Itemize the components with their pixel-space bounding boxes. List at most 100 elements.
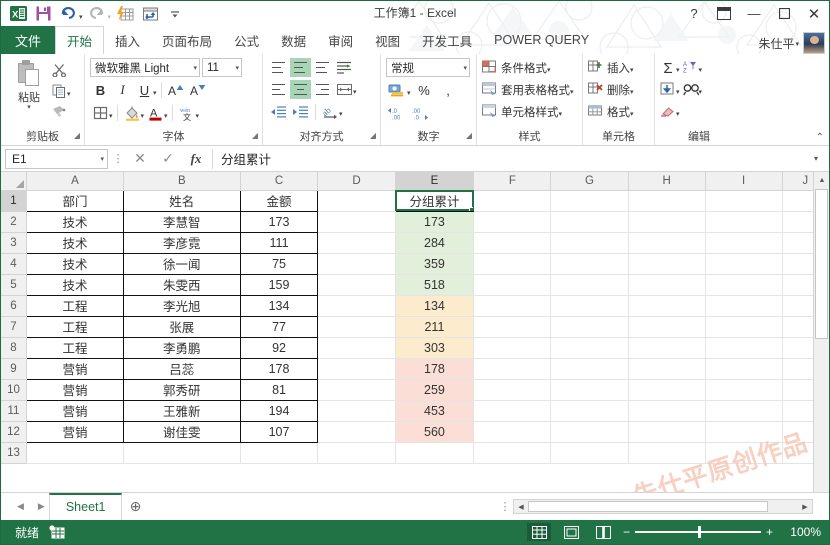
zoom-handle[interactable] <box>698 526 701 538</box>
ribbon-display-options-icon[interactable] <box>709 1 739 26</box>
maximize-button[interactable] <box>769 1 799 26</box>
zoom-level[interactable]: 100% <box>781 525 821 539</box>
font-color-caret-icon[interactable]: ▾ <box>164 112 168 120</box>
row-header-12[interactable]: 12 <box>1 421 26 442</box>
column-header-c[interactable]: C <box>240 172 318 190</box>
zoom-out-button[interactable]: − <box>623 525 630 539</box>
phonetic-guide-button[interactable]: wén文 <box>177 103 198 123</box>
zoom-track[interactable] <box>635 531 761 533</box>
tab-review[interactable]: 审阅 <box>317 26 364 54</box>
alignment-dialog-launcher-icon[interactable]: ◢ <box>370 128 376 144</box>
cut-button[interactable] <box>52 61 71 79</box>
cell-h2[interactable] <box>628 211 705 232</box>
zoom-in-button[interactable]: + <box>766 525 773 539</box>
insert-caret-icon[interactable]: ▾ <box>630 66 634 74</box>
cell-i5[interactable] <box>705 274 782 295</box>
cell-a2[interactable]: 技术 <box>26 211 123 232</box>
zoom-slider[interactable]: − + <box>623 525 773 539</box>
cell-g8[interactable] <box>551 337 628 358</box>
row-header-10[interactable]: 10 <box>1 379 26 400</box>
cell-c2[interactable]: 173 <box>240 211 318 232</box>
number-format-caret-icon[interactable]: ▾ <box>463 64 467 72</box>
cell-h4[interactable] <box>628 253 705 274</box>
comma-style-button[interactable]: , <box>438 81 459 100</box>
cell-d12[interactable] <box>318 421 395 442</box>
formula-bar-handle[interactable]: ⋮ <box>112 152 124 165</box>
cell-d11[interactable] <box>318 400 395 421</box>
decrease-indent-button[interactable] <box>268 102 289 121</box>
italic-button[interactable]: I <box>112 80 133 100</box>
cell-c12[interactable]: 107 <box>240 421 318 442</box>
cell-d13[interactable] <box>318 442 395 463</box>
cell-f6[interactable] <box>474 295 551 316</box>
cell-c10[interactable]: 81 <box>240 379 318 400</box>
cell-d1[interactable] <box>318 190 395 211</box>
cell-a9[interactable]: 营销 <box>26 358 123 379</box>
cell-d7[interactable] <box>318 316 395 337</box>
row-header-3[interactable]: 3 <box>1 232 26 253</box>
page-layout-view-button[interactable] <box>559 523 583 541</box>
cell-d9[interactable] <box>318 358 395 379</box>
cell-c9[interactable]: 178 <box>240 358 318 379</box>
row-header-6[interactable]: 6 <box>1 295 26 316</box>
increase-decimal-button[interactable]: .0.00 <box>386 104 407 123</box>
select-all-corner[interactable] <box>1 172 26 190</box>
row-header-11[interactable]: 11 <box>1 400 26 421</box>
number-format-combo[interactable]: 常规 ▾ <box>386 58 470 77</box>
orientation-button[interactable]: ab <box>320 102 341 121</box>
cell-a12[interactable]: 营销 <box>26 421 123 442</box>
cell-f8[interactable] <box>474 337 551 358</box>
cell-a13[interactable] <box>26 442 123 463</box>
name-box-caret-icon[interactable]: ▾ <box>100 155 104 163</box>
paste-button[interactable]: 粘贴 ▾ <box>6 58 52 111</box>
cell-g4[interactable] <box>551 253 628 274</box>
cell-f2[interactable] <box>474 211 551 232</box>
insert-function-icon[interactable]: fx <box>184 149 208 169</box>
cell-f9[interactable] <box>474 358 551 379</box>
cell-i8[interactable] <box>705 337 782 358</box>
format-cells-button[interactable]: 格式 ▾ <box>588 102 634 121</box>
cell-g6[interactable] <box>551 295 628 316</box>
decrease-decimal-button[interactable]: .00.0 <box>410 104 431 123</box>
font-name-combo[interactable]: 微软雅黑 Light ▾ <box>90 58 200 77</box>
cell-d6[interactable] <box>318 295 395 316</box>
font-size-caret-icon[interactable]: ▾ <box>235 64 239 72</box>
font-dialog-launcher-icon[interactable]: ◢ <box>252 128 258 144</box>
align-left-button[interactable] <box>268 80 289 99</box>
cell-f7[interactable] <box>474 316 551 337</box>
cell-h9[interactable] <box>628 358 705 379</box>
cell-b1[interactable]: 姓名 <box>123 190 240 211</box>
cell-f12[interactable] <box>474 421 551 442</box>
format-as-table-button[interactable]: 套用表格格式 ▾ <box>482 80 574 99</box>
autosum-icon[interactable]: Σ <box>660 60 676 75</box>
column-header-h[interactable]: H <box>628 172 705 190</box>
cell-c7[interactable]: 77 <box>240 316 318 337</box>
middle-align-button[interactable] <box>290 58 311 77</box>
scroll-left-icon[interactable]: ◀ <box>514 503 528 511</box>
autosum-caret-icon[interactable]: ▾ <box>676 66 680 74</box>
scroll-right-icon[interactable]: ▶ <box>798 503 812 511</box>
tab-file[interactable]: 文件 <box>1 26 55 54</box>
cell-i3[interactable] <box>705 232 782 253</box>
cell-g5[interactable] <box>551 274 628 295</box>
vertical-scroll-thumb[interactable] <box>815 189 828 339</box>
tab-insert[interactable]: 插入 <box>104 26 151 54</box>
cell-b8[interactable]: 李勇鹏 <box>123 337 240 358</box>
cell-b5[interactable]: 朱雯西 <box>123 274 240 295</box>
borders-button[interactable] <box>90 103 111 123</box>
fill-caret-icon[interactable]: ▾ <box>676 88 680 96</box>
row-header-1[interactable]: 1 <box>1 190 26 211</box>
horizontal-scrollbar[interactable]: ◀ ▶ <box>513 499 813 514</box>
next-sheet-icon[interactable]: ▶ <box>38 501 45 512</box>
cell-h10[interactable] <box>628 379 705 400</box>
row-header-2[interactable]: 2 <box>1 211 26 232</box>
cell-c4[interactable]: 75 <box>240 253 318 274</box>
cell-f3[interactable] <box>474 232 551 253</box>
cell-c11[interactable]: 194 <box>240 400 318 421</box>
cell-i12[interactable] <box>705 421 782 442</box>
row-header-13[interactable]: 13 <box>1 442 26 463</box>
cell-b12[interactable]: 谢佳雯 <box>123 421 240 442</box>
bold-button[interactable]: B <box>90 80 111 100</box>
find-select-icon[interactable] <box>683 82 699 97</box>
cell-i13[interactable] <box>705 442 782 463</box>
